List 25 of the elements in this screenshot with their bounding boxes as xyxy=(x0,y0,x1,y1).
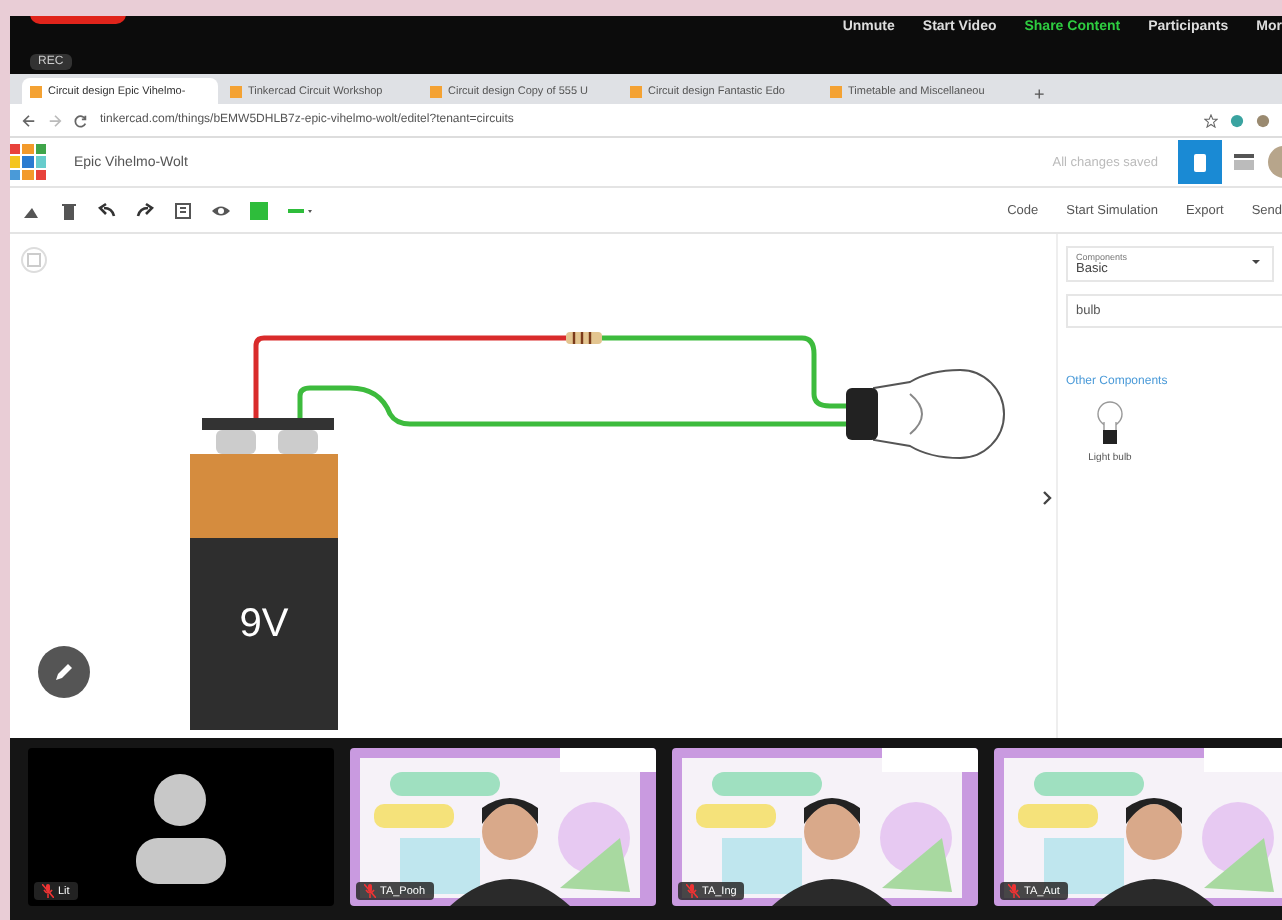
edit-button[interactable] xyxy=(38,646,90,698)
pencil-icon xyxy=(52,660,76,684)
redo-icon[interactable] xyxy=(136,201,154,219)
reload-icon[interactable] xyxy=(74,113,88,127)
undo-icon[interactable] xyxy=(98,201,116,219)
circuit-view-button[interactable] xyxy=(1178,140,1222,184)
star-icon[interactable] xyxy=(1204,113,1218,127)
light-bulb[interactable] xyxy=(846,369,1005,459)
back-icon[interactable] xyxy=(22,113,36,127)
light-bulb-icon[interactable] xyxy=(1096,400,1124,448)
color-picker[interactable] xyxy=(250,201,268,219)
trash-icon[interactable] xyxy=(60,201,78,219)
collapse-panel-icon[interactable] xyxy=(1042,490,1052,506)
notes-icon[interactable] xyxy=(174,201,192,219)
eye-icon[interactable] xyxy=(212,201,230,219)
avatar-icon xyxy=(136,774,226,884)
battery-label: 9V xyxy=(239,602,289,646)
list-view-icon[interactable] xyxy=(1234,154,1254,170)
resistor[interactable] xyxy=(566,330,602,346)
extension-icon[interactable] xyxy=(1230,113,1244,127)
new-tab-button[interactable]: + xyxy=(1022,84,1057,104)
battery[interactable] xyxy=(190,418,338,730)
logo-icon xyxy=(10,144,46,180)
profile-icon[interactable] xyxy=(1256,113,1270,127)
phone-icon xyxy=(1194,153,1206,171)
